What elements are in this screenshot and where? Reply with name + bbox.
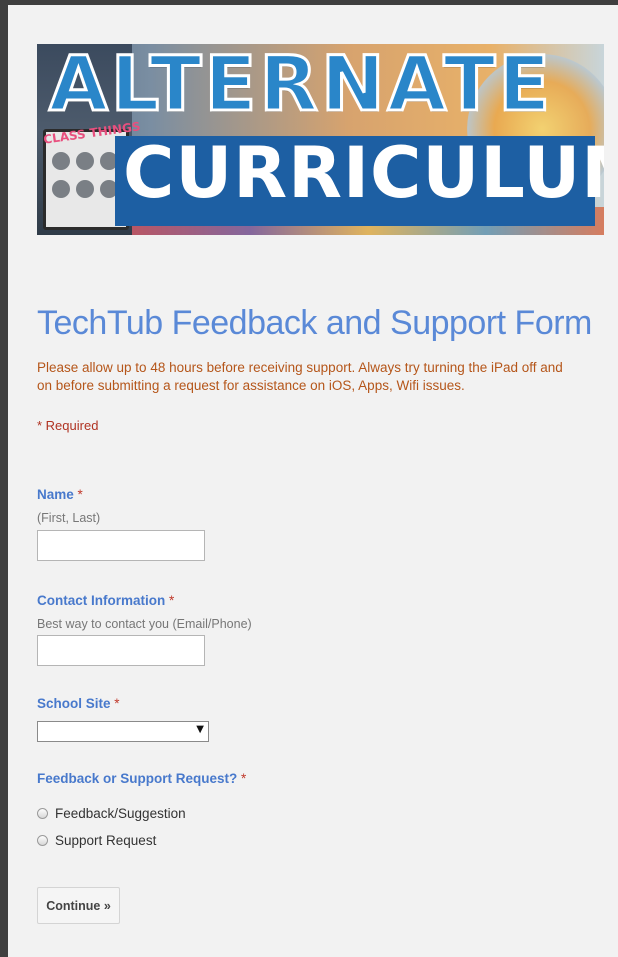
- banner-title-alternate: ALTERNATE: [47, 44, 554, 128]
- required-note: * Required: [37, 418, 99, 433]
- form-title: TechTub Feedback and Support Form: [37, 304, 592, 342]
- form-description: Please allow up to 48 hours before recei…: [37, 360, 563, 393]
- form-card: CLASS THINGS ALTERNATE CURRICULUM TechTu…: [8, 5, 618, 957]
- radio-label: Support Request: [55, 832, 157, 848]
- header-banner-image: CLASS THINGS ALTERNATE CURRICULUM: [37, 44, 604, 235]
- required-star: *: [77, 487, 83, 502]
- name-input[interactable]: [37, 530, 205, 561]
- school-site-label-text: School Site: [37, 696, 111, 711]
- continue-button[interactable]: Continue »: [37, 887, 120, 924]
- contact-help-text: Best way to contact you (Email/Phone): [37, 617, 252, 631]
- request-type-label-text: Feedback or Support Request?: [37, 771, 238, 786]
- school-site-label: School Site *: [37, 696, 120, 711]
- required-star: *: [169, 593, 175, 608]
- board-dot: [52, 152, 70, 170]
- radio-option-feedback[interactable]: Feedback/Suggestion: [37, 804, 186, 822]
- board-dot: [52, 180, 70, 198]
- name-label: Name *: [37, 487, 83, 502]
- banner-title-curriculum: CURRICULUM: [123, 132, 604, 214]
- radio-label: Feedback/Suggestion: [55, 805, 186, 821]
- name-help-text: (First, Last): [37, 511, 101, 525]
- contact-label: Contact Information *: [37, 593, 174, 608]
- radio-option-support[interactable]: Support Request: [37, 831, 156, 849]
- dropdown-arrow-icon: ▼: [196, 724, 204, 735]
- contact-label-text: Contact Information: [37, 593, 166, 608]
- request-type-label: Feedback or Support Request? *: [37, 771, 246, 786]
- board-dot: [76, 180, 94, 198]
- radio-button[interactable]: [37, 834, 48, 846]
- required-star: *: [114, 696, 120, 711]
- name-label-text: Name: [37, 487, 74, 502]
- required-star: *: [241, 771, 247, 786]
- board-dot: [76, 152, 94, 170]
- contact-input[interactable]: [37, 635, 205, 666]
- radio-button[interactable]: [37, 807, 48, 819]
- school-site-select[interactable]: ▼: [37, 721, 209, 742]
